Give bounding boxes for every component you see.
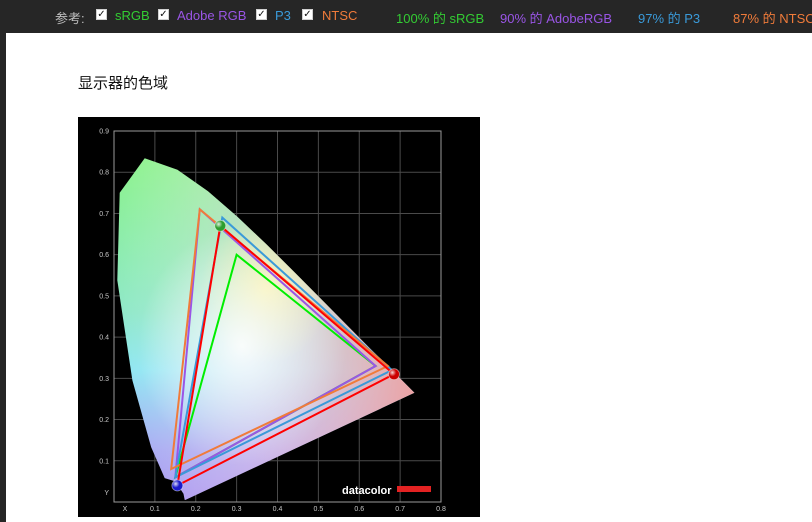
x-tick-label: 0.1 bbox=[150, 506, 160, 513]
x-axis-label: X bbox=[123, 506, 128, 513]
y-tick-label: 0.9 bbox=[99, 129, 109, 136]
x-tick-label: 0.3 bbox=[232, 506, 242, 513]
x-tick-label: 0.2 bbox=[191, 506, 201, 513]
cie-gamut-chart: 0.1 0.2 0.3 0.4 0.5 0.6 0.7 0.8 0.9 0.1 0.2 0.3 0.4 0… bbox=[78, 117, 480, 517]
y-tick-label: 0.1 bbox=[99, 458, 109, 465]
legend-label: 参考: bbox=[55, 11, 85, 26]
x-tick-label: 0.5 bbox=[314, 506, 324, 513]
srgb-checkbox[interactable]: ✓ bbox=[96, 9, 107, 20]
ntsc-coverage: 87% 的 NTSC bbox=[733, 11, 812, 26]
p3-checkbox[interactable]: ✓ bbox=[256, 9, 267, 20]
adobe-rgb-checkbox[interactable]: ✓ bbox=[158, 9, 169, 20]
primary-marker-shine-2 bbox=[171, 480, 183, 492]
x-tick-label: 0.8 bbox=[436, 506, 446, 513]
ntsc-toggle-label[interactable]: NTSC bbox=[322, 8, 357, 23]
srgb-coverage: 100% 的 sRGB bbox=[396, 11, 485, 26]
x-tick-label: 0.4 bbox=[273, 506, 283, 513]
content-panel: 显示器的色域 0.1 0.2 0.3 0.4 0.5 0.6 0.7 0.8 0… bbox=[6, 33, 812, 522]
y-tick-label: 0.5 bbox=[99, 293, 109, 300]
primary-marker-shine-1 bbox=[214, 220, 226, 232]
y-axis-label: Y bbox=[104, 490, 109, 497]
srgb-toggle-label[interactable]: sRGB bbox=[115, 8, 150, 23]
section-title: 显示器的色域 bbox=[78, 74, 169, 92]
brand-logo-bar bbox=[397, 486, 431, 492]
primary-marker-shine-0 bbox=[388, 368, 400, 380]
y-tick-label: 0.4 bbox=[99, 335, 109, 342]
adobe-rgb-toggle-label[interactable]: Adobe RGB bbox=[177, 8, 246, 23]
x-tick-label: 0.7 bbox=[395, 506, 405, 513]
p3-coverage: 97% 的 P3 bbox=[638, 11, 701, 26]
y-tick-label: 0.2 bbox=[99, 417, 109, 424]
y-tick-label: 0.3 bbox=[99, 376, 109, 383]
brand-logo: datacolor bbox=[342, 485, 392, 497]
adobe-rgb-coverage: 90% 的 AdobeRGB bbox=[500, 11, 613, 26]
ntsc-checkbox[interactable]: ✓ bbox=[302, 9, 313, 20]
y-tick-label: 0.7 bbox=[99, 211, 109, 218]
y-tick-label: 0.8 bbox=[99, 170, 109, 177]
y-tick-label: 0.6 bbox=[99, 252, 109, 259]
gamut-legend-bar: 参考: ✓ sRGB ✓ Adobe RGB ✓ P3 ✓ NTSC 100% … bbox=[0, 0, 812, 32]
x-tick-label: 0.6 bbox=[354, 506, 364, 513]
p3-toggle-label[interactable]: P3 bbox=[275, 8, 291, 23]
